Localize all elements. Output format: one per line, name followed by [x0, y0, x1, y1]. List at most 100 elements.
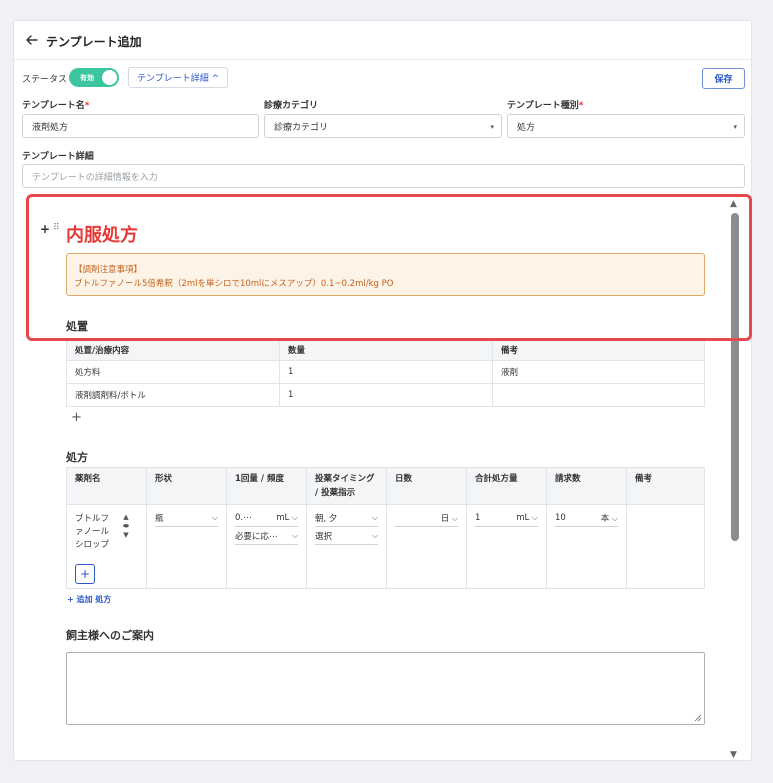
total-input[interactable]: 1 mL ⌵	[475, 510, 538, 527]
col-header: 1回量 / 頻度	[226, 467, 307, 505]
dose-input[interactable]: 0.⋯ mL ⌵	[235, 510, 298, 527]
page-title: テンプレート追加	[46, 35, 142, 49]
prescription-table-header: 薬剤名 形状 1回量 / 頻度 投薬タイミング / 投薬指示 日数 合計処方量 …	[66, 467, 705, 505]
col-header: 日数	[386, 467, 467, 505]
instruction-select[interactable]: 選択 ⌵	[315, 528, 378, 545]
chevron-down-icon: ⌵	[291, 531, 298, 540]
status-toggle[interactable]: 有効	[69, 68, 119, 87]
dispensing-notice: 【調剤注意事項】 ブトルファノール5倍希釈（2mlを単シロで10mlにメスアップ…	[66, 253, 705, 296]
chevron-down-icon: ⌵	[211, 513, 218, 522]
move-up-icon[interactable]: ▲	[123, 513, 128, 522]
col-header: 投薬タイミング / 投薬指示	[306, 467, 387, 505]
col-header: 合計処方量	[466, 467, 547, 505]
back-arrow-icon[interactable]	[24, 32, 40, 48]
prescription-section-title: 処方	[66, 451, 88, 464]
scroll-down-icon[interactable]: ▼	[730, 750, 737, 760]
cell[interactable]: 液剤調剤料/ボトル	[66, 383, 280, 407]
col-header: 備考	[492, 339, 705, 361]
add-block-icon[interactable]: +	[40, 222, 50, 236]
timing-select[interactable]: 朝, 夕 ⌵	[315, 510, 378, 527]
template-form-card: テンプレート追加 ステータス 有効 テンプレート詳細 ^ 保存 テンプレート名*…	[13, 20, 752, 761]
template-type-label: テンプレート種別*	[507, 101, 584, 111]
chevron-down-icon: ⌵	[611, 514, 618, 523]
template-name-input[interactable]: 液剤処方	[22, 114, 259, 138]
owner-note-textarea[interactable]	[66, 652, 705, 725]
page-header: テンプレート追加	[14, 21, 751, 60]
save-button[interactable]: 保存	[702, 68, 745, 89]
reorder-stepper[interactable]: ▲ ⬬ ▼	[123, 513, 129, 540]
add-procedure-row-icon[interactable]: +	[71, 410, 82, 425]
template-detail-input[interactable]: テンプレートの詳細情報を入力	[22, 164, 745, 188]
category-select-value: 診療カテゴリ	[274, 122, 329, 133]
col-header: 数量	[279, 339, 493, 361]
col-header: 請求数	[546, 467, 627, 505]
chevron-down-icon: ▾	[733, 123, 737, 131]
total-cell: 1 mL ⌵	[466, 504, 547, 589]
timing-cell: 朝, 夕 ⌵ 選択 ⌵	[306, 504, 387, 589]
claim-input[interactable]: 10 本 ⌵	[555, 510, 618, 527]
resize-handle-icon[interactable]	[694, 714, 702, 722]
chevron-down-icon: ▾	[490, 123, 494, 131]
timing-value: 朝, 夕	[315, 514, 338, 524]
drag-pill-icon[interactable]: ⬬	[123, 522, 129, 531]
drug-name-cell: ブトルファノールシロップ ▲ ⬬ ▼ +	[66, 504, 147, 589]
cell[interactable]: 処方料	[66, 360, 280, 384]
total-value: 1	[475, 513, 481, 523]
table-row[interactable]: ブトルファノールシロップ ▲ ⬬ ▼ + 瓶 ⌵ 0.⋯ mL ⌵ 必要に応⋯ ⌵ 朝…	[66, 504, 705, 589]
category-label: 診療カテゴリ	[264, 101, 319, 111]
chevron-down-icon: ⌵	[531, 513, 538, 522]
frequency-select[interactable]: 必要に応⋯ ⌵	[235, 528, 298, 545]
claim-cell: 10 本 ⌵	[546, 504, 627, 589]
instruction-value: 選択	[315, 532, 333, 542]
chevron-down-icon: ⌵	[451, 514, 458, 523]
chevron-down-icon: ⌵	[291, 513, 298, 522]
drug-name-text[interactable]: ブトルファノールシロップ	[75, 513, 117, 552]
add-prescription-link[interactable]: + 追加 処方	[67, 594, 111, 605]
days-cell: 日 ⌵	[386, 504, 467, 589]
scroll-up-icon[interactable]: ▲	[730, 199, 737, 209]
note-cell[interactable]	[626, 504, 705, 589]
template-name-label: テンプレート名*	[22, 101, 90, 111]
notice-body: ブトルファノール5倍希釈（2mlを単シロで10mlにメスアップ）0.1~0.2m…	[74, 279, 394, 289]
dose-value: 0.⋯	[235, 513, 252, 523]
col-header: 処置/治療内容	[66, 339, 280, 361]
col-header: 備考	[626, 467, 705, 505]
dose-unit: mL	[276, 513, 290, 523]
form-cell: 瓶 ⌵	[146, 504, 227, 589]
drag-handle-icon[interactable]: ⠿	[53, 223, 60, 233]
template-type-select[interactable]: 処方 ▾	[507, 114, 745, 138]
chevron-down-icon: ⌵	[371, 513, 378, 522]
table-row[interactable]: 処方料 1 液剤	[66, 360, 705, 384]
owner-note-title: 飼主様へのご案内	[66, 629, 154, 642]
procedure-table-header: 処置/治療内容 数量 備考	[66, 339, 705, 361]
cell[interactable]: 1	[279, 383, 493, 407]
frequency-value: 必要に応⋯	[235, 532, 278, 542]
move-down-icon[interactable]: ▼	[123, 531, 128, 540]
form-value: 瓶	[155, 514, 164, 524]
procedure-table: 処置/治療内容 数量 備考 処方料 1 液剤 液剤調剤料/ボトル 1	[66, 339, 705, 407]
table-row[interactable]: 液剤調剤料/ボトル 1	[66, 383, 705, 407]
days-unit: 日	[440, 514, 450, 524]
add-drug-button[interactable]: +	[75, 564, 95, 584]
cell[interactable]	[492, 383, 705, 407]
procedure-section-title: 処置	[66, 320, 88, 333]
scrollbar-thumb[interactable]	[731, 213, 739, 541]
cell[interactable]: 1	[279, 360, 493, 384]
chevron-down-icon: ⌵	[371, 531, 378, 540]
claim-value: 10	[555, 513, 566, 523]
claim-unit: 本	[600, 514, 610, 524]
prescription-table: 薬剤名 形状 1回量 / 頻度 投薬タイミング / 投薬指示 日数 合計処方量 …	[66, 467, 705, 589]
dose-cell: 0.⋯ mL ⌵ 必要に応⋯ ⌵	[226, 504, 307, 589]
category-select[interactable]: 診療カテゴリ ▾	[264, 114, 502, 138]
cell[interactable]: 液剤	[492, 360, 705, 384]
status-toggle-label: 有効	[80, 74, 94, 82]
template-detail-label: テンプレート詳細	[22, 152, 94, 162]
status-label: ステータス	[22, 75, 68, 85]
total-unit: mL	[516, 513, 530, 523]
days-input[interactable]: 日 ⌵	[395, 510, 458, 527]
col-header: 薬剤名	[66, 467, 147, 505]
toggle-knob	[102, 70, 117, 85]
form-select[interactable]: 瓶 ⌵	[155, 510, 218, 527]
template-block-title: 内服処方	[66, 225, 138, 246]
template-detail-button[interactable]: テンプレート詳細 ^	[128, 67, 229, 88]
